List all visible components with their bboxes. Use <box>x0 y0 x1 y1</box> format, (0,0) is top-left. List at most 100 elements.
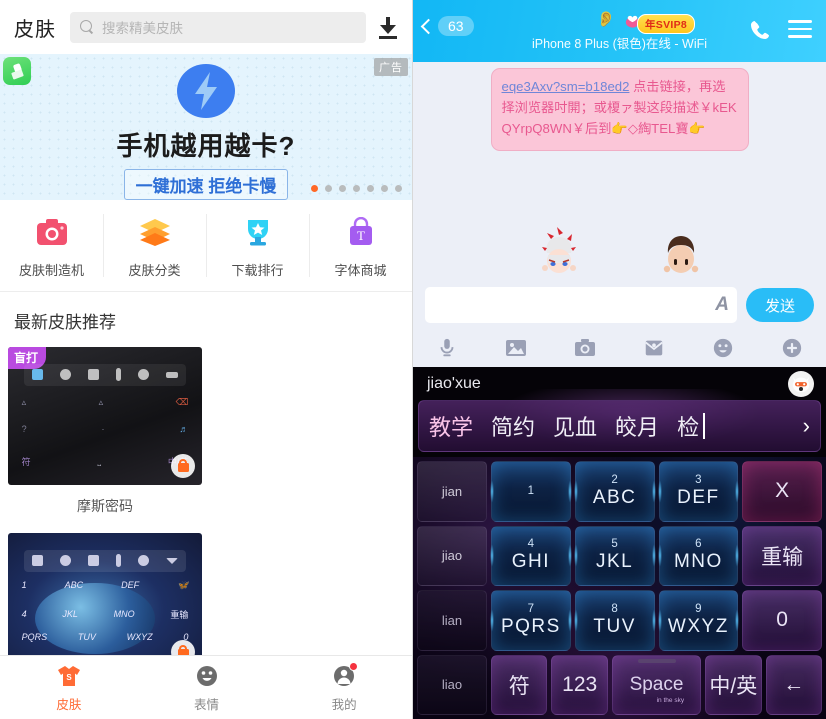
banner-cta[interactable]: 一键加速 拒绝卡慢 <box>123 169 289 200</box>
screenshot-stage: 皮肤 搜索精美皮肤 广告 手机越用越卡? 一键加速 拒绝卡慢 皮肤制造机 皮肤分… <box>0 0 826 719</box>
send-button[interactable]: 发送 <box>746 288 814 322</box>
category-label: 皮肤分类 <box>128 262 181 278</box>
banner-pagination[interactable] <box>311 185 402 192</box>
candidate-item[interactable]: 见血 <box>553 410 597 442</box>
message-link[interactable]: eqe3Axv?sm=b18ed2 <box>502 79 630 94</box>
nav-label: 表情 <box>194 697 220 712</box>
microphone-icon[interactable] <box>413 331 482 365</box>
image-icon[interactable] <box>482 331 551 365</box>
nav-item-emoji[interactable]: 表情 <box>138 656 276 719</box>
key-letters: JKL <box>596 551 634 573</box>
plus-icon[interactable] <box>757 331 826 365</box>
skin-name: 摩斯密码 <box>77 498 133 514</box>
ime-candidate-area: jiao'xue 教学 简约 见血 皎月 检 › <box>413 367 826 457</box>
pinyin-suggestion-key[interactable]: jian <box>417 461 487 522</box>
nav-label: 我的 <box>331 697 357 712</box>
delete-icon[interactable]: X <box>742 461 822 522</box>
skin-card[interactable]: 盲打 ▵▵⌫ ?·♬ 符⎵中/英 <box>8 347 202 524</box>
chevron-right-icon[interactable]: › <box>797 413 810 439</box>
candidate-item[interactable]: 皎月 <box>615 410 659 442</box>
key-grid: 1 2 ABC 3 DEF X 4 GHI 5 JKL 6 MNO 重输 7 P… <box>490 461 823 715</box>
key-letters: PQRS <box>500 615 561 637</box>
brown-hair-character-avatar[interactable] <box>653 223 709 279</box>
key-letters: 0 <box>776 608 788 632</box>
key-7-pqrs[interactable]: 7 PQRS <box>490 590 572 651</box>
lightning-bolt-icon <box>177 64 235 118</box>
red-horn-character-avatar[interactable] <box>531 223 587 279</box>
input-toolbar <box>413 331 826 365</box>
key-letters: ← <box>783 672 805 696</box>
pinyin-suggestion-key[interactable]: liao <box>417 654 487 715</box>
key-9-wxyz[interactable]: 9 WXYZ <box>657 590 739 651</box>
key-1[interactable]: 1 <box>490 461 572 522</box>
key-letters: 中/英 <box>709 674 758 698</box>
key-retype[interactable]: 重输 <box>742 525 822 586</box>
camera-icon[interactable] <box>551 331 620 365</box>
message-input[interactable]: A <box>425 287 737 323</box>
space-key-subtitle: in the sky <box>656 697 685 705</box>
envelope-icon[interactable] <box>619 331 688 365</box>
key-letters: 重输 <box>761 545 804 569</box>
category-label: 皮肤制造机 <box>18 262 84 278</box>
candidate-item[interactable]: 简约 <box>491 410 535 442</box>
nav-item-skin[interactable]: S 皮肤 <box>0 656 138 719</box>
key-number: 7 <box>527 602 535 615</box>
pinyin-display: jiao'xue <box>427 374 481 392</box>
key-lang-toggle[interactable]: 中/英 <box>705 654 762 715</box>
camera-icon <box>33 213 71 251</box>
skin-thumbnail[interactable]: 盲打 ▵▵⌫ ?·♬ 符⎵中/英 <box>8 347 202 485</box>
category-font-store[interactable]: T 字体商城 <box>309 200 412 291</box>
key-letters: 符 <box>508 674 530 698</box>
skin-thumbnail[interactable]: 1ABCDEF🦋 4JKLMNO重输 PQRSTUVWXYZ0 🐇123⎵中/英 <box>8 533 202 671</box>
key-number: 5 <box>611 538 618 551</box>
phone-icon[interactable] <box>748 18 772 42</box>
key-number: 9 <box>695 602 702 615</box>
key-number: 6 <box>695 538 702 551</box>
search-icon <box>80 20 94 34</box>
key-3-def[interactable]: 3 DEF <box>657 461 739 522</box>
banner-headline: 手机越用越卡? <box>116 131 296 161</box>
search-placeholder: 搜索精美皮肤 <box>102 21 183 36</box>
key-6-mno[interactable]: 6 MNO <box>657 525 739 586</box>
nav-label: 皮肤 <box>56 697 82 712</box>
search-input[interactable]: 搜索精美皮肤 <box>70 11 366 43</box>
candidate-list[interactable]: 教学 简约 见血 皎月 检 › <box>418 400 821 452</box>
smiley-icon[interactable] <box>688 331 757 365</box>
pinyin-suggestion-key[interactable]: jiao <box>417 525 487 586</box>
key-2-abc[interactable]: 2 ABC <box>573 461 656 522</box>
key-0[interactable]: 0 <box>742 590 822 651</box>
qq-chat-app: 6 3 👂 iPhone 8 Plus (银色)在线 - WiFi 年SVIP8 <box>413 0 826 719</box>
key-8-tuv[interactable]: 8 TUV <box>573 590 656 651</box>
category-skin-maker[interactable]: 皮肤制造机 <box>0 200 103 291</box>
nav-item-mine[interactable]: 我的 <box>275 656 412 719</box>
hamburger-menu-icon[interactable] <box>788 20 812 38</box>
category-label: 字体商城 <box>334 262 387 278</box>
key-space[interactable]: Space in the sky <box>611 654 702 715</box>
key-letters: TUV <box>593 615 636 637</box>
category-label: 下载排行 <box>231 262 284 278</box>
candidate-item[interactable]: 教学 <box>429 410 473 442</box>
key-symbols[interactable]: 符 <box>491 654 548 715</box>
enter-icon[interactable]: ← <box>765 654 823 715</box>
key-5-jkl[interactable]: 5 JKL <box>573 525 656 586</box>
message-bubble[interactable]: eqe3Axv?sm=b18ed2 点击链接，再选择浏览器吋開；或榎ァ製这段描述… <box>490 68 749 151</box>
key-number: 3 <box>695 473 702 486</box>
key-letters: Space <box>629 673 684 695</box>
category-download-rank[interactable]: 下载排行 <box>206 200 309 291</box>
download-icon[interactable] <box>376 15 400 39</box>
key-4-ghi[interactable]: 4 GHI <box>490 525 572 586</box>
bottom-navigation: S 皮肤 表情 我的 <box>0 655 412 719</box>
t9-keyboard: jian jiao lian liao 1 2 ABC 3 DEF X 4 GH… <box>413 457 826 719</box>
key-letters: 123 <box>562 672 598 696</box>
candidate-item[interactable]: 检 <box>677 410 699 442</box>
font-style-A-icon[interactable]: A <box>715 294 729 316</box>
key-letters: ABC <box>592 486 637 508</box>
pinyin-suggestion-key[interactable]: lian <box>417 590 487 651</box>
shopping-bag-icon: T <box>342 213 380 251</box>
fox-mascot-icon[interactable] <box>788 371 814 397</box>
promo-banner[interactable]: 广告 手机越用越卡? 一键加速 拒绝卡慢 <box>0 54 412 200</box>
key-numeric-mode[interactable]: 123 <box>551 654 608 715</box>
key-number: 4 <box>527 538 535 551</box>
ad-label: 广告 <box>374 58 408 76</box>
category-skin-classify[interactable]: 皮肤分类 <box>103 200 206 291</box>
